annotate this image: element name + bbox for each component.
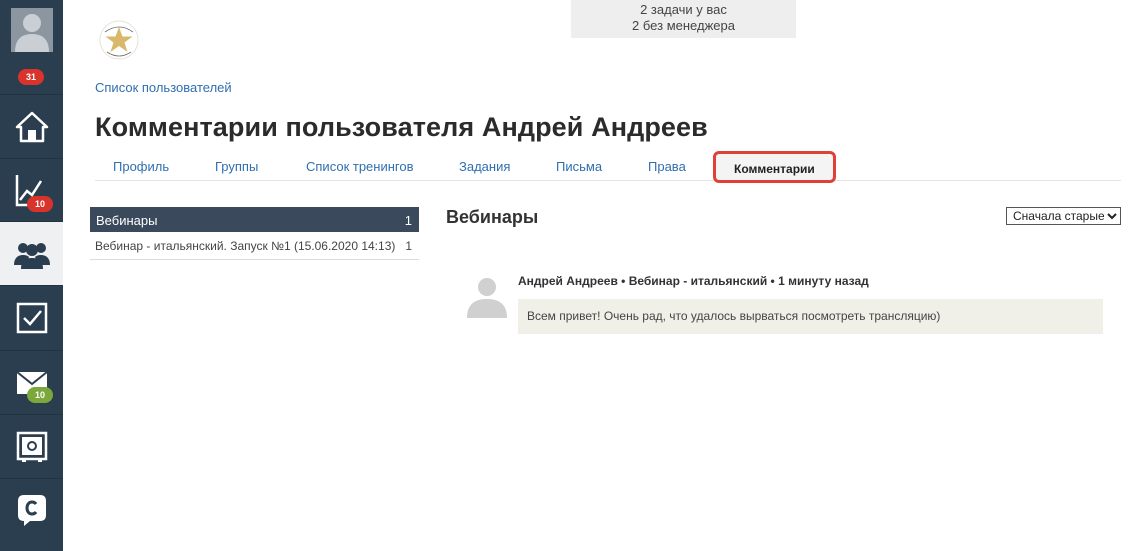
chat-icon (17, 495, 46, 526)
sidebar-item-tasks[interactable] (0, 286, 63, 351)
tab-profile[interactable]: Профиль (113, 159, 169, 174)
home-icon (15, 111, 48, 143)
task-notice-line2: 2 без менеджера (632, 18, 735, 33)
sidebar-item-users[interactable] (0, 222, 63, 286)
sidebar-item-chat[interactable] (0, 479, 63, 551)
tab-rights[interactable]: Права (648, 159, 686, 174)
list-header-count: 1 (404, 213, 412, 228)
page-title: Комментарии пользователя Андрей Андреев (95, 112, 708, 142)
section-title: Вебинары (446, 207, 539, 227)
sidebar-item-stats[interactable]: 10 (0, 159, 63, 222)
sidebar-item-safe[interactable] (0, 415, 63, 479)
list-item-count: 1 (405, 239, 412, 253)
task-notice-line1: 2 задачи у вас (640, 2, 727, 17)
users-icon (13, 243, 50, 269)
tab-trainings[interactable]: Список тренингов (306, 159, 414, 174)
list-header-name: Вебинары (96, 213, 158, 228)
profile-tabs: Профиль Группы Список тренингов Задания … (95, 150, 1121, 183)
list-item-name: Вебинар - итальянский. Запуск №1 (15.06.… (95, 239, 396, 253)
comment-meta: Андрей Андреев • Вебинар - итальянский •… (518, 274, 869, 288)
sort-order-select[interactable]: Сначала старые (1006, 207, 1121, 225)
sidebar-item-home[interactable] (0, 95, 63, 159)
list-item[interactable]: Вебинар - итальянский. Запуск №1 (15.06.… (90, 233, 419, 260)
tab-comments[interactable]: Комментарии (713, 151, 836, 183)
commenter-avatar-icon[interactable] (465, 274, 509, 318)
tab-letters[interactable]: Письма (556, 159, 602, 174)
comment-text: Всем привет! Очень рад, что удалось вырв… (518, 299, 1103, 334)
list-header-webinars[interactable]: Вебинары 1 (90, 207, 419, 232)
left-sidebar: 31 10 10 (0, 0, 63, 551)
user-avatar-icon (10, 8, 53, 52)
sidebar-item-mail[interactable]: 10 (0, 351, 63, 415)
tab-groups[interactable]: Группы (215, 159, 258, 174)
notification-badge: 10 (27, 196, 53, 212)
sidebar-item-profile[interactable]: 31 (0, 0, 63, 95)
breadcrumb-users-list[interactable]: Список пользователей (95, 80, 232, 95)
safe-icon (16, 431, 47, 462)
notification-badge: 31 (18, 69, 44, 85)
tab-tasks[interactable]: Задания (459, 159, 510, 174)
task-notice[interactable]: 2 задачи у вас 2 без менеджера (571, 0, 796, 38)
checkbox-icon (16, 302, 47, 334)
school-logo[interactable] (95, 18, 143, 62)
notification-badge: 10 (27, 387, 53, 403)
